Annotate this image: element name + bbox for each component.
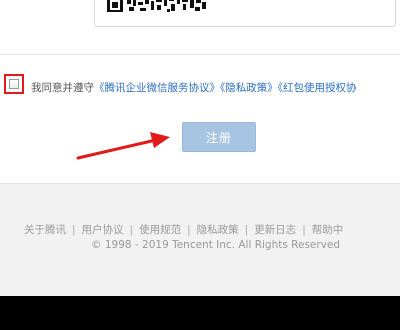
- footer-separator: |: [129, 224, 134, 236]
- footer-link-user-agreement[interactable]: 用户协议: [82, 224, 124, 236]
- footer-links: 关于腾讯 | 用户协议 | 使用规范 | 隐私政策 | 更新日志 | 帮助中: [24, 222, 343, 237]
- bottom-black-bar: [0, 296, 400, 330]
- footer-link-changelog[interactable]: 更新日志: [254, 224, 296, 236]
- divider: [0, 54, 400, 55]
- service-agreement-link[interactable]: 《腾讯企业微信服务协议》: [94, 82, 220, 94]
- agreement-text: 我同意并遵守《腾讯企业微信服务协议》《隐私政策》《红包使用授权协: [31, 80, 357, 95]
- agree-checkbox[interactable]: [9, 79, 19, 89]
- footer-link-usage-rules[interactable]: 使用规范: [139, 224, 181, 236]
- footer-separator: |: [244, 224, 249, 236]
- footer-separator: |: [72, 224, 76, 236]
- footer-separator: |: [302, 224, 306, 236]
- footer: 关于腾讯 | 用户协议 | 使用规范 | 隐私政策 | 更新日志 | 帮助中 © 1998 - 20…: [0, 183, 400, 297]
- footer-link-help[interactable]: 帮助中: [312, 224, 344, 236]
- copyright-text: © 1998 - 2019 Tencent Inc. All Rights Re…: [91, 239, 341, 251]
- agreement-row: 我同意并遵守《腾讯企业微信服务协议》《隐私政策》《红包使用授权协: [0, 74, 400, 98]
- register-button[interactable]: 注册: [182, 122, 256, 152]
- form-area: 我同意并遵守《腾讯企业微信服务协议》《隐私政策》《红包使用授权协 注册: [0, 0, 400, 183]
- agreement-prefix: 我同意并遵守: [31, 82, 94, 94]
- footer-link-privacy[interactable]: 隐私政策: [197, 224, 239, 236]
- qr-code-container: [94, 0, 396, 27]
- red-packet-agreement-link[interactable]: 《红包使用授权协: [278, 82, 357, 94]
- red-arrow-annotation: [76, 132, 170, 160]
- privacy-policy-link[interactable]: 《隐私政策》: [220, 82, 278, 94]
- qr-code-image: [107, 0, 207, 18]
- footer-separator: |: [187, 224, 191, 236]
- footer-link-about[interactable]: 关于腾讯: [24, 224, 66, 236]
